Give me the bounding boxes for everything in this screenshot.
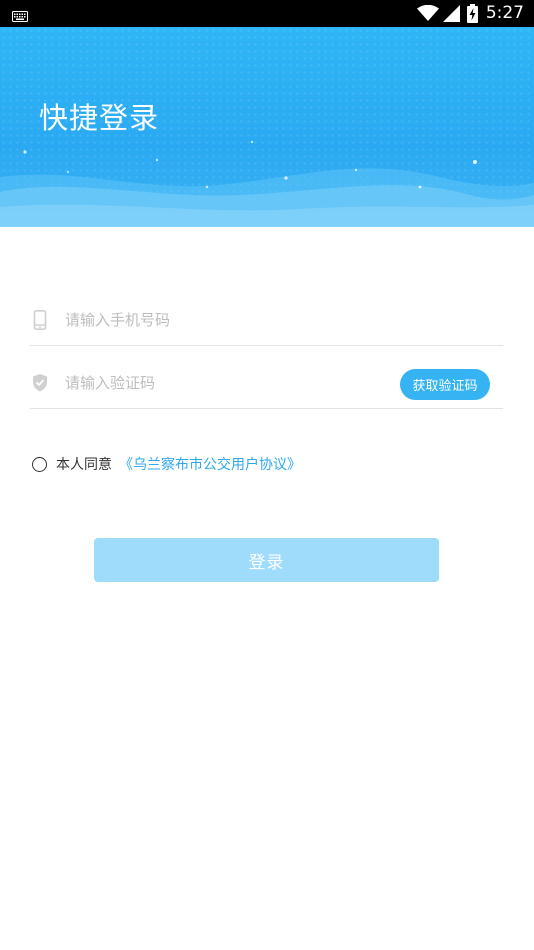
signal-icon — [442, 5, 460, 22]
status-bar: 5:27 — [0, 0, 534, 27]
shield-check-icon — [32, 373, 48, 393]
keyboard-icon — [12, 7, 28, 26]
verification-code-input[interactable] — [65, 368, 365, 398]
get-code-button[interactable]: 获取验证码 — [400, 369, 490, 400]
verification-code-field: 获取验证码 — [30, 357, 503, 409]
battery-charging-icon — [466, 4, 478, 23]
page-title: 快捷登录 — [39, 101, 160, 135]
status-time: 5:27 — [485, 3, 524, 23]
wifi-icon — [416, 5, 439, 22]
login-button[interactable]: 登录 — [94, 538, 439, 582]
agreement-radio[interactable] — [32, 456, 47, 472]
phone-icon — [32, 310, 48, 330]
agreement-row: 本人同意 《乌兰察布市公交用户协议》 — [32, 452, 301, 476]
phone-field — [30, 294, 503, 346]
phone-input[interactable] — [65, 305, 365, 335]
header-banner: 快捷登录 — [0, 27, 534, 227]
agreement-link[interactable]: 《乌兰察布市公交用户协议》 — [119, 454, 301, 474]
login-screen: 5:27 快捷登录 请输入手机号码 请输入验证码 获取验证码 本人同意 《乌兰察… — [0, 0, 534, 950]
agreement-text: 本人同意 — [56, 457, 112, 473]
